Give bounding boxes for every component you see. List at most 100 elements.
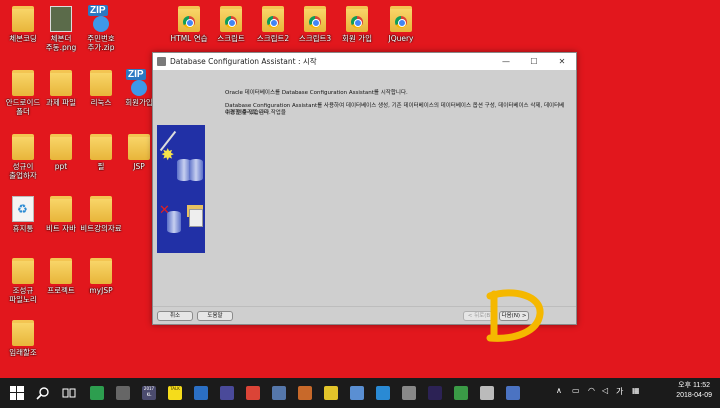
app-monitor-icon[interactable]	[348, 384, 366, 402]
desktop-icon-label: 임래할조	[9, 348, 37, 357]
close-button[interactable]: ✕	[548, 53, 576, 70]
desktop-icon-label: myJSP	[89, 286, 113, 295]
desktop-icon[interactable]: 스크립트2	[250, 4, 296, 56]
chrome-shortcut-icon	[346, 6, 368, 32]
desktop-icon[interactable]: 회원 가입	[334, 4, 380, 56]
dbca-app-icon	[157, 57, 166, 66]
ie-icon[interactable]	[374, 384, 392, 402]
app-green2-icon[interactable]	[452, 384, 470, 402]
app-vs2017-icon[interactable]: 2017 KL	[140, 384, 158, 402]
minimize-button[interactable]: —	[492, 53, 520, 70]
app-kakao-icon[interactable]: TALK	[166, 384, 184, 402]
app-glyph	[350, 386, 364, 400]
app-folder-icon[interactable]	[192, 384, 210, 402]
desktop-icon-label: HTML 연습	[170, 34, 208, 43]
app-glyph	[298, 386, 312, 400]
desktop-icon-label: 회원 가입	[342, 34, 372, 43]
app-glyph	[324, 386, 338, 400]
folder-icon	[12, 6, 34, 32]
chrome-shortcut-icon	[220, 6, 242, 32]
folder-icon	[12, 258, 34, 284]
desktop-icon[interactable]: JQuery	[378, 4, 424, 56]
settings-icon[interactable]	[478, 384, 496, 402]
help-button[interactable]: 도움말	[197, 311, 233, 321]
app-glyph: 2017 KL	[142, 386, 156, 400]
desktop-icon-label: 비트강의자료	[80, 224, 122, 233]
app-glyph	[90, 386, 104, 400]
folder-icon	[50, 258, 72, 284]
wifi-icon[interactable]: ◠	[588, 386, 595, 395]
app-eclipse-icon[interactable]	[426, 384, 444, 402]
desktop-icon-label: JQuery	[388, 34, 414, 43]
app-glyph	[194, 386, 208, 400]
folder-icon	[50, 134, 72, 160]
clock-date: 2018-04-09	[676, 392, 712, 399]
app-glyph	[480, 386, 494, 400]
dbca-window: Database Configuration Assistant : 시작 — …	[152, 52, 577, 325]
app-shield-icon[interactable]	[504, 384, 522, 402]
desktop-icon[interactable]: myJSP	[78, 256, 124, 308]
chrome-shortcut-icon	[262, 6, 284, 32]
folder-icon	[128, 134, 150, 160]
app-text-icon[interactable]	[218, 384, 236, 402]
app-glyph	[376, 386, 390, 400]
chrome-shortcut-icon	[178, 6, 200, 32]
app-media-icon[interactable]	[270, 384, 288, 402]
folder-icon	[12, 320, 34, 346]
desktop-icon[interactable]: ZIP 주민번호 추가.zip	[78, 4, 124, 56]
network-icon[interactable]: ▭	[572, 386, 580, 395]
app-glyph	[454, 386, 468, 400]
taskbar: ∧ ▭ ◠ ◁ 가 ▦ 오후 11:52 2018-04-09 2017 KL T…	[0, 378, 720, 408]
window-title: Database Configuration Assistant : 시작	[170, 57, 317, 66]
description-line-2: 수행할 수 있습니다.	[225, 110, 271, 116]
zip-file-icon: ZIP	[126, 69, 150, 96]
wizard-illustration: ✸ ✕	[157, 125, 205, 253]
app-disc-icon[interactable]	[114, 384, 132, 402]
desktop-icon-label: 스크립트2	[256, 34, 290, 43]
volume-icon[interactable]: ◁	[602, 386, 608, 395]
desktop-icon[interactable]: 스크립트3	[292, 4, 338, 56]
app-glyph	[402, 386, 416, 400]
task-view-icon[interactable]	[60, 384, 78, 402]
desktop-icon-label: 추가.zip	[87, 43, 115, 52]
keyboard-icon[interactable]: ▦	[632, 386, 640, 395]
app-headset-icon[interactable]	[400, 384, 418, 402]
chrome-shortcut-icon	[304, 6, 326, 32]
zip-file-icon: ZIP	[88, 5, 112, 32]
app-glyph	[116, 386, 130, 400]
ime-indicator[interactable]: 가	[616, 386, 623, 397]
desktop-icon-label: 주민번호	[87, 34, 115, 43]
title-bar[interactable]: Database Configuration Assistant : 시작 — …	[153, 53, 576, 70]
wizard-content: Oracle 데이터베이스를 Database Configuration As…	[153, 70, 576, 306]
app-orange-icon[interactable]	[296, 384, 314, 402]
app-glyph	[246, 386, 260, 400]
folder-icon	[90, 70, 112, 96]
app-glyph	[220, 386, 234, 400]
desktop-icon[interactable]: 스크립트	[208, 4, 254, 56]
folder-icon	[12, 134, 34, 160]
maximize-button[interactable]: ☐	[520, 53, 548, 70]
welcome-message: Oracle 데이터베이스를 Database Configuration As…	[225, 90, 408, 96]
photo-file-icon	[50, 6, 72, 32]
desktop-icon[interactable]: 비트강의자료	[78, 194, 124, 246]
desktop-icon[interactable]: HTML 연습	[166, 4, 212, 56]
desktop-icon[interactable]: 임래할조	[0, 318, 46, 370]
folder-icon	[12, 70, 34, 96]
cancel-button[interactable]: 취소	[157, 311, 193, 321]
desktop-icon-label: 스크립트	[217, 34, 245, 43]
chrome-icon[interactable]	[244, 384, 262, 402]
app-glyph: TALK	[168, 386, 182, 400]
search-icon[interactable]	[34, 384, 52, 402]
windows-logo-icon[interactable]	[8, 384, 26, 402]
tray-chevron-icon[interactable]: ∧	[556, 386, 562, 395]
clock[interactable]: 오후 11:52 2018-04-09	[676, 381, 712, 401]
folder-icon	[50, 70, 72, 96]
folder-icon	[50, 196, 72, 222]
app-notes-icon[interactable]	[322, 384, 340, 402]
desktop-icon-label: 스크립트3	[298, 34, 332, 43]
clock-time: 오후 11:52	[678, 382, 710, 389]
chrome-shortcut-icon	[390, 6, 412, 32]
recycle-bin-icon: ♻	[12, 196, 34, 222]
app-green-icon[interactable]	[88, 384, 106, 402]
app-glyph	[506, 386, 520, 400]
